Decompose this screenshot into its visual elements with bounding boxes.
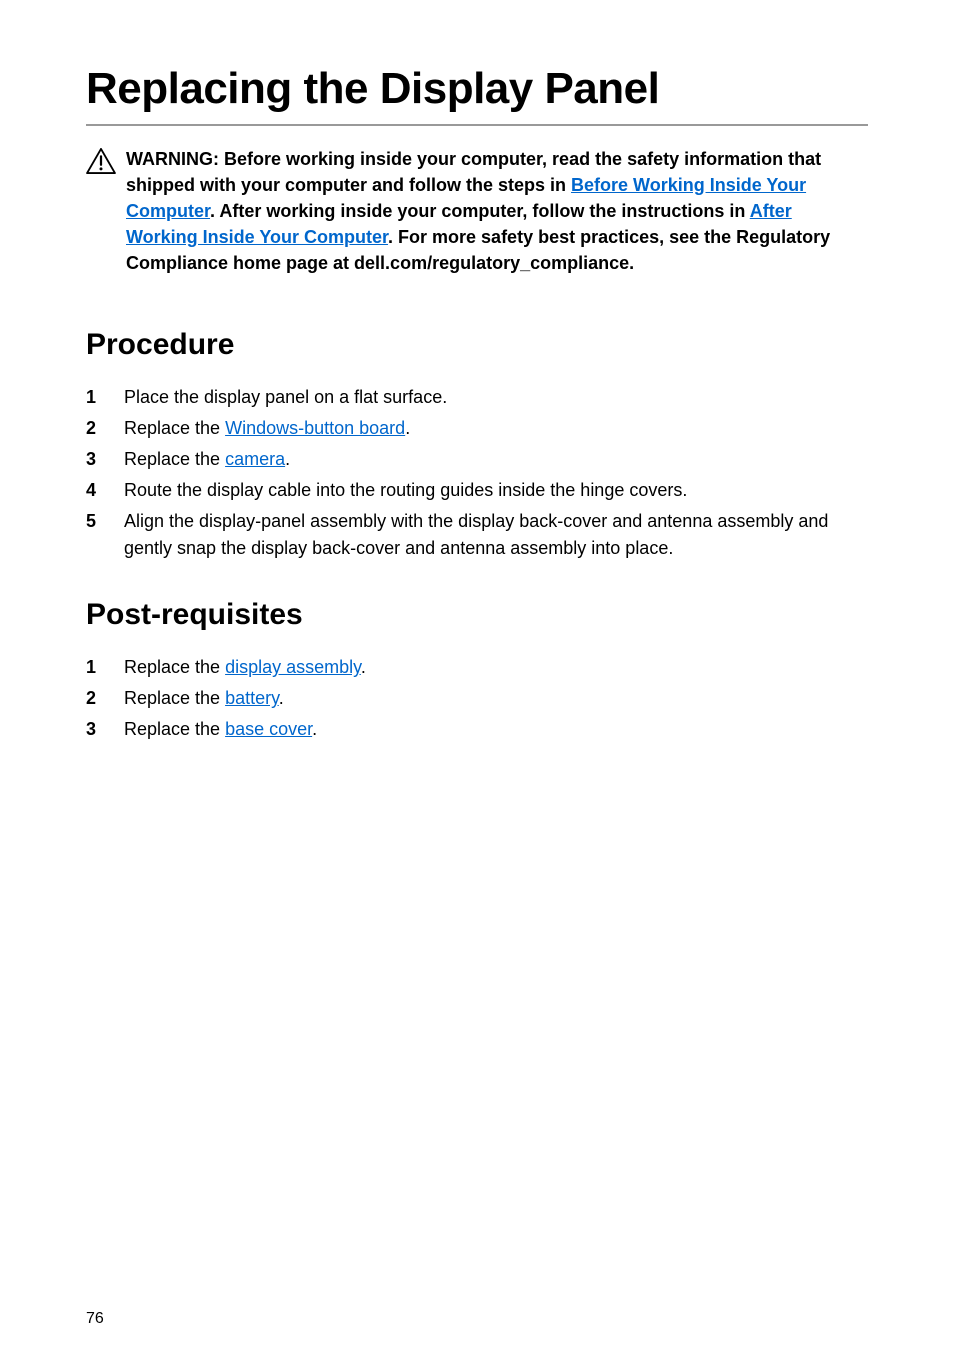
item-number: 1	[86, 384, 102, 411]
item-number: 2	[86, 415, 102, 442]
procedure-heading: Procedure	[86, 328, 868, 362]
item-suffix: .	[279, 688, 284, 708]
item-suffix: .	[312, 719, 317, 739]
item-number: 2	[86, 685, 102, 712]
link-base-cover[interactable]: base cover	[225, 719, 312, 739]
item-number: 5	[86, 508, 102, 535]
item-body: Replace the display assembly.	[124, 654, 868, 681]
page-title: Replacing the Display Panel	[86, 64, 868, 126]
item-suffix: .	[405, 418, 410, 438]
item-body: Replace the battery.	[124, 685, 868, 712]
item-body: Align the display-panel assembly with th…	[124, 508, 868, 562]
item-prefix: Replace the	[124, 449, 225, 469]
document-page: Replacing the Display Panel WARNING: Bef…	[0, 0, 954, 1366]
item-body: Replace the base cover.	[124, 716, 868, 743]
item-number: 1	[86, 654, 102, 681]
item-body: Replace the Windows-button board.	[124, 415, 868, 442]
item-body: Route the display cable into the routing…	[124, 477, 868, 504]
item-prefix: Replace the	[124, 719, 225, 739]
warning-block: WARNING: Before working inside your comp…	[86, 146, 868, 276]
item-number: 3	[86, 446, 102, 473]
link-windows-button-board[interactable]: Windows-button board	[225, 418, 405, 438]
link-battery[interactable]: battery	[225, 688, 279, 708]
post-requisites-heading: Post-requisites	[86, 598, 868, 632]
item-number: 4	[86, 477, 102, 504]
list-item: 2 Replace the battery.	[86, 685, 868, 712]
post-requisites-list: 1 Replace the display assembly. 2 Replac…	[86, 654, 868, 743]
item-body: Replace the camera.	[124, 446, 868, 473]
item-suffix: .	[361, 657, 366, 677]
link-display-assembly[interactable]: display assembly	[225, 657, 361, 677]
list-item: 5 Align the display-panel assembly with …	[86, 508, 868, 562]
list-item: 4 Route the display cable into the routi…	[86, 477, 868, 504]
link-camera[interactable]: camera	[225, 449, 285, 469]
item-suffix: .	[285, 449, 290, 469]
page-number: 76	[86, 1310, 104, 1328]
list-item: 3 Replace the camera.	[86, 446, 868, 473]
item-number: 3	[86, 716, 102, 743]
item-body: Place the display panel on a flat surfac…	[124, 384, 868, 411]
warning-icon	[86, 148, 116, 174]
list-item: 1 Place the display panel on a flat surf…	[86, 384, 868, 411]
list-item: 3 Replace the base cover.	[86, 716, 868, 743]
warning-part2: . After working inside your computer, fo…	[210, 201, 750, 221]
list-item: 1 Replace the display assembly.	[86, 654, 868, 681]
warning-text: WARNING: Before working inside your comp…	[126, 146, 868, 276]
item-prefix: Replace the	[124, 418, 225, 438]
item-prefix: Replace the	[124, 688, 225, 708]
procedure-list: 1 Place the display panel on a flat surf…	[86, 384, 868, 562]
item-prefix: Replace the	[124, 657, 225, 677]
list-item: 2 Replace the Windows-button board.	[86, 415, 868, 442]
